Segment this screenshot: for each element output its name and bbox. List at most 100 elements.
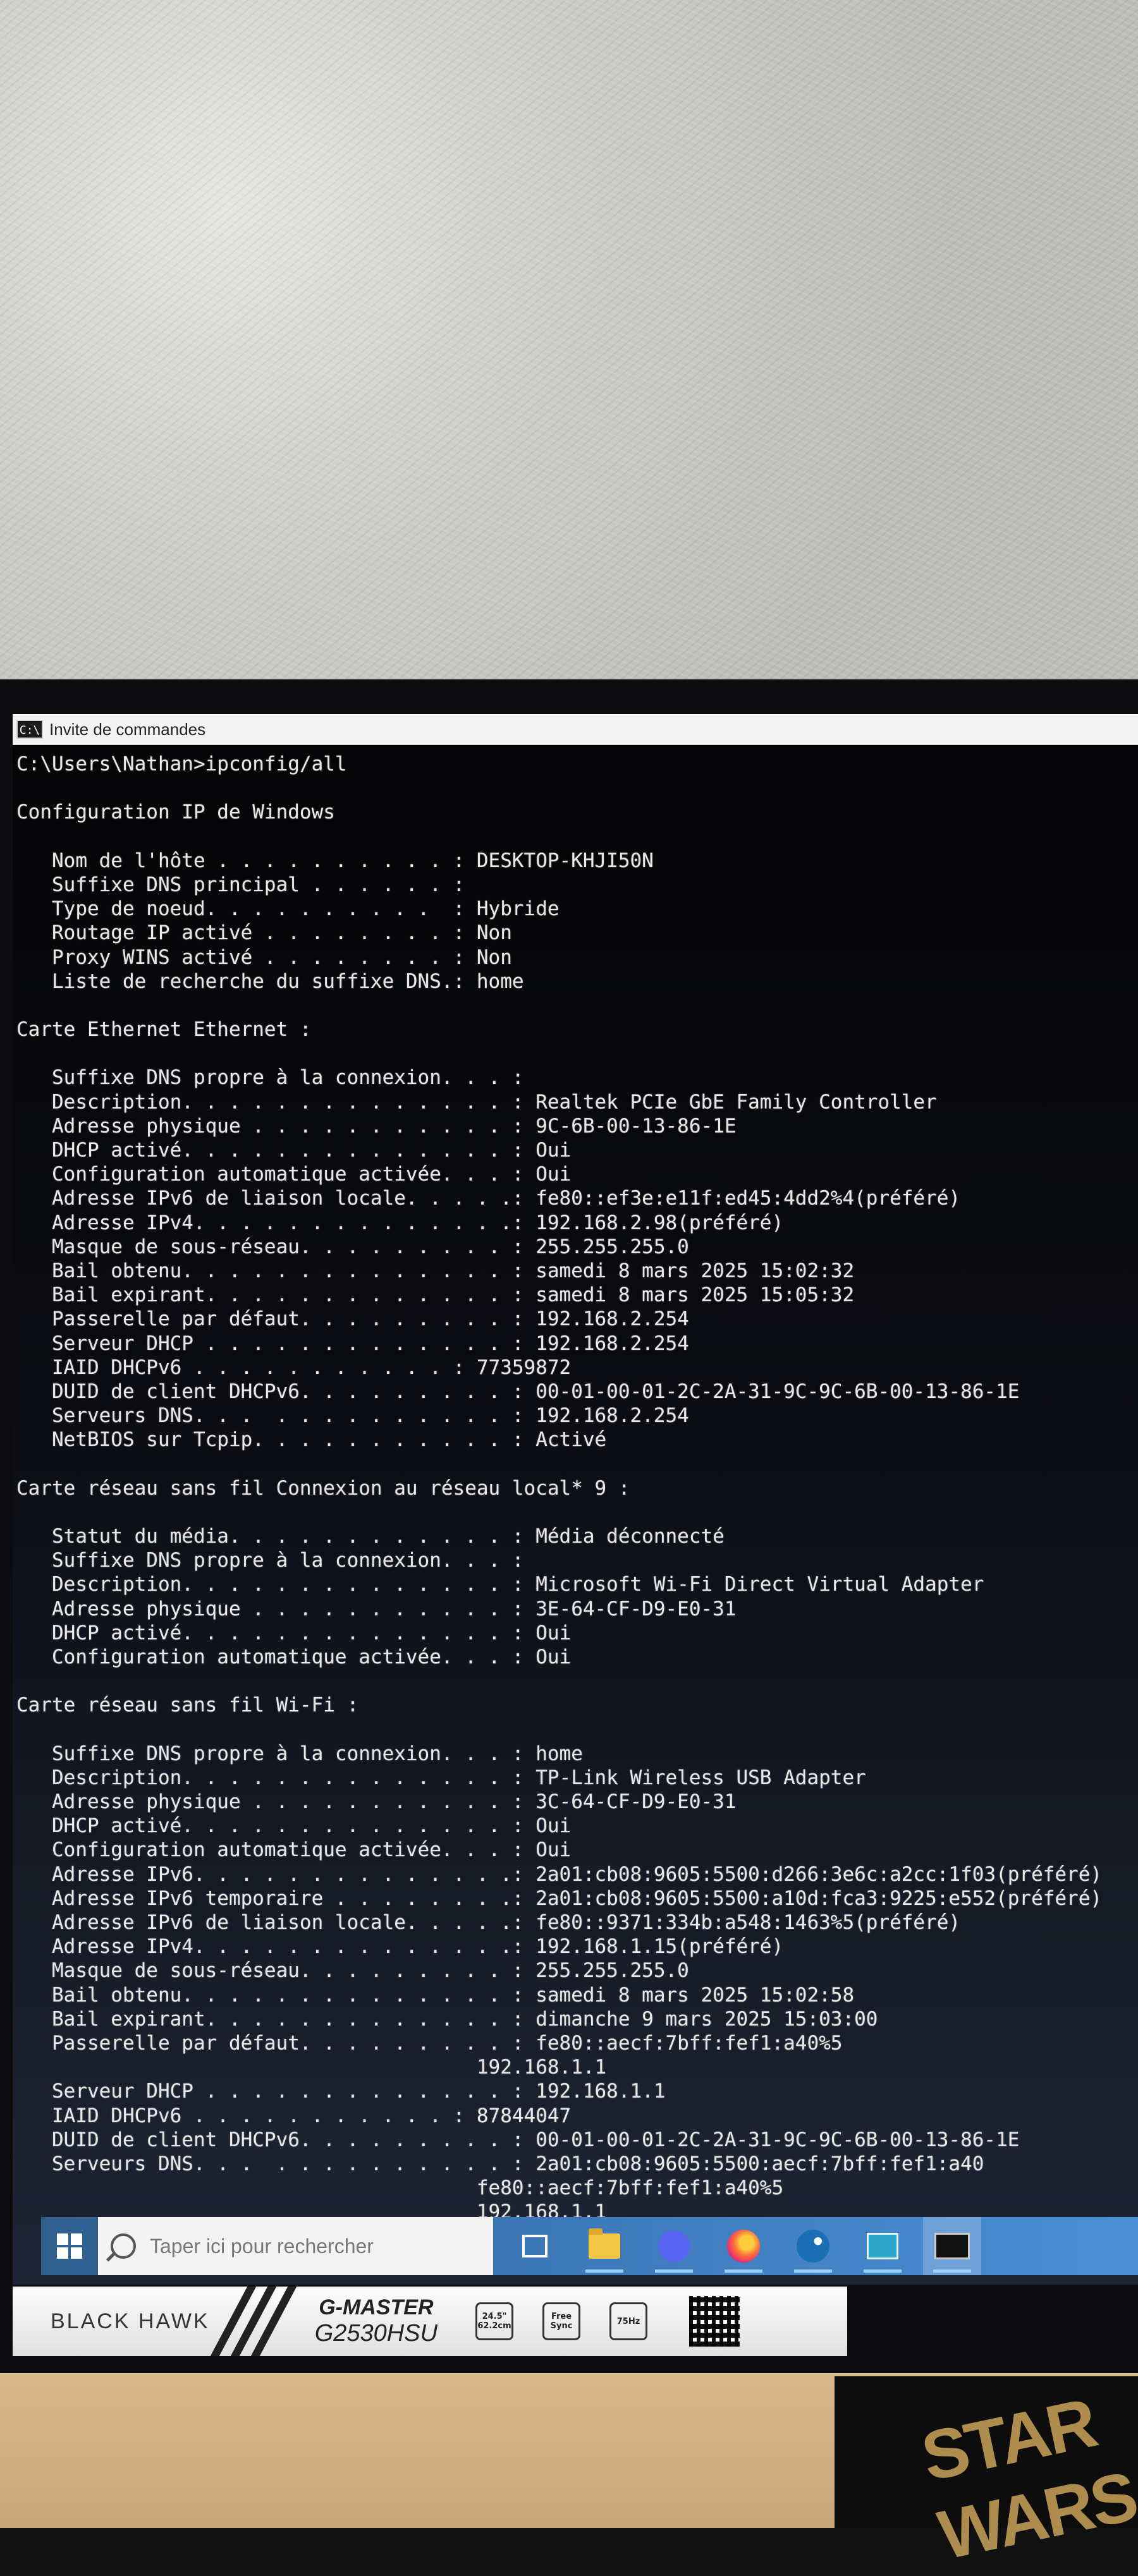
taskbar-task-view[interactable] — [506, 2217, 564, 2275]
console-line: Bail obtenu. . . . . . . . . . . . . . :… — [16, 1983, 855, 2007]
console-line: Suffixe DNS propre à la connexion. . . : — [16, 1066, 524, 1090]
console-line: Suffixe DNS principal . . . . . . : — [16, 873, 465, 896]
console-line: 192.168.1.1 — [16, 2056, 607, 2079]
search-placeholder: Taper ici pour rechercher — [150, 2234, 374, 2257]
console-line: Serveurs DNS. . . . . . . . . . . . . : … — [16, 1404, 689, 1428]
console-line: Adresse IPv6 temporaire . . . . . . . .:… — [16, 1886, 1103, 1910]
console-line: Suffixe DNS propre à la connexion. . . :… — [16, 1742, 583, 1765]
taskbar-network[interactable] — [854, 2217, 912, 2275]
taskbar-firefox[interactable] — [714, 2217, 773, 2275]
console-line: Liste de recherche du suffixe DNS.: home — [16, 969, 524, 993]
console-line: Serveur DHCP . . . . . . . . . . . . . :… — [16, 2080, 666, 2103]
taskbar-discord[interactable] — [645, 2217, 703, 2275]
console-line: Adresse IPv6 de liaison locale. . . . .:… — [16, 1911, 961, 1934]
console-line: Adresse IPv4. . . . . . . . . . . . . .:… — [16, 1211, 784, 1234]
monitor-model-number: G2530HSU — [314, 2320, 438, 2347]
console-line: IAID DHCPv6 . . . . . . . . . . . : 7735… — [16, 1356, 572, 1379]
wall-background — [0, 0, 1138, 683]
taskbar-steam[interactable] — [784, 2217, 842, 2275]
console-line: Description. . . . . . . . . . . . . . :… — [16, 1090, 937, 1114]
monitor-bezel-label: BLACK HAWK G-MASTER G2530HSU 24.5" 62.2c… — [13, 2287, 847, 2356]
console-output[interactable]: C:\Users\Nathan>ipconfig/all Configuratio… — [16, 752, 1129, 2272]
console-line: Bail obtenu. . . . . . . . . . . . . . :… — [16, 1259, 855, 1282]
spec-badge-size: 24.5" 62.2cm — [475, 2302, 514, 2340]
console-line: Passerelle par défaut. . . . . . . . . :… — [16, 1308, 689, 1331]
spec-badge-refresh: 75Hz — [609, 2302, 648, 2340]
console-line: Configuration automatique activée. . . :… — [16, 1838, 572, 1862]
console-line: Statut du média. . . . . . . . . . . . :… — [16, 1525, 725, 1548]
console-line: DHCP activé. . . . . . . . . . . . . . :… — [16, 1139, 572, 1162]
taskbar: Taper ici pour rechercher — [41, 2217, 1138, 2275]
search-icon — [111, 2233, 136, 2259]
console-line: IAID DHCPv6 . . . . . . . . . . . : 8784… — [16, 2104, 572, 2127]
console-line: C:\Users\Nathan>ipconfig/all — [16, 753, 347, 775]
console-line: DHCP activé. . . . . . . . . . . . . . :… — [16, 1621, 572, 1644]
console-line: Carte réseau sans fil Wi-Fi : — [16, 1694, 359, 1717]
console-line: DHCP activé. . . . . . . . . . . . . . :… — [16, 1814, 572, 1838]
monitor-screen: C:\ Invite de commandes C:\Users\Nathan>… — [13, 714, 1138, 2285]
console-line: Bail expirant. . . . . . . . . . . . . :… — [16, 1284, 855, 1307]
console-line: Masque de sous-réseau. . . . . . . . . :… — [16, 1959, 689, 1983]
console-line: Configuration IP de Windows — [16, 801, 335, 824]
console-line: Adresse IPv6. . . . . . . . . . . . . .:… — [16, 1862, 1103, 1886]
spec-badge-freesync: Free Sync — [542, 2302, 581, 2340]
background-book: STAR WARS — [835, 2376, 1138, 2575]
console-line: DUID de client DHCPv6. . . . . . . . . :… — [16, 1380, 1020, 1403]
console-line: NetBIOS sur Tcpip. . . . . . . . . . . :… — [16, 1428, 607, 1452]
taskbar-command-prompt[interactable] — [923, 2217, 981, 2275]
qr-code-icon — [689, 2296, 740, 2347]
console-line: Configuration automatique activée. . . :… — [16, 1645, 572, 1668]
command-prompt-icon: C:\ — [16, 720, 43, 739]
console-line: Adresse physique . . . . . . . . . . . :… — [16, 1114, 737, 1138]
console-line: Adresse IPv6 de liaison locale. . . . .:… — [16, 1187, 961, 1210]
task-view-icon — [522, 2235, 548, 2257]
command-prompt-icon — [934, 2233, 970, 2259]
console-line: Configuration automatique activée. . . :… — [16, 1163, 572, 1186]
steam-icon — [797, 2230, 829, 2263]
spec-badges: 24.5" 62.2cm Free Sync 75Hz — [475, 2302, 676, 2340]
console-line: Bail expirant. . . . . . . . . . . . . :… — [16, 2007, 878, 2031]
console-line: Carte Ethernet Ethernet : — [16, 1018, 312, 1042]
console-line: Description. . . . . . . . . . . . . . :… — [16, 1573, 984, 1596]
taskbar-search-box[interactable]: Taper ici pour rechercher — [98, 2217, 493, 2275]
windows-logo-icon — [57, 2233, 82, 2259]
console-line: Adresse physique . . . . . . . . . . . :… — [16, 1597, 737, 1620]
console-line: Nom de l'hôte . . . . . . . . . . : DESK… — [16, 849, 654, 872]
network-icon — [867, 2233, 898, 2259]
monitor-model: G-MASTER G2530HSU — [315, 2295, 437, 2347]
console-line: Suffixe DNS propre à la connexion. . . : — [16, 1549, 524, 1572]
console-line: Carte réseau sans fil Connexion au résea… — [16, 1476, 630, 1500]
console-line: Masque de sous-réseau. . . . . . . . . :… — [16, 1235, 689, 1258]
console-line: Type de noeud. . . . . . . . . . : Hybri… — [16, 897, 560, 921]
monitor-series: G-MASTER — [319, 2295, 434, 2319]
firefox-icon — [727, 2230, 760, 2263]
console-line: Passerelle par défaut. . . . . . . . . :… — [16, 2031, 843, 2055]
brand-stripes — [210, 2287, 297, 2356]
console-line: DUID de client DHCPv6. . . . . . . . . :… — [16, 2128, 1020, 2151]
console-line: Serveurs DNS. . . . . . . . . . . . . : … — [16, 2152, 984, 2175]
console-line: Description. . . . . . . . . . . . . . :… — [16, 1766, 866, 1789]
monitor-brand: BLACK HAWK — [51, 2309, 210, 2333]
console-line: Adresse IPv4. . . . . . . . . . . . . .:… — [16, 1935, 784, 1959]
console-line: Adresse physique . . . . . . . . . . . :… — [16, 1790, 737, 1814]
taskbar-file-explorer[interactable] — [575, 2217, 633, 2275]
book-title: STAR WARS — [915, 2383, 1138, 2575]
taskbar-pinned-apps — [506, 2217, 993, 2275]
console-line: Serveur DHCP . . . . . . . . . . . . . :… — [16, 1332, 689, 1355]
discord-icon — [658, 2230, 690, 2262]
file-explorer-icon — [589, 2228, 620, 2259]
console-line: Routage IP activé . . . . . . . . : Non — [16, 921, 512, 945]
window-titlebar[interactable]: C:\ Invite de commandes — [13, 714, 1138, 745]
console-line: Proxy WINS activé . . . . . . . . : Non — [16, 945, 512, 969]
window-title: Invite de commandes — [49, 719, 206, 739]
console-line: fe80::aecf:7bff:fef1:a40%5 — [16, 2177, 784, 2200]
start-button[interactable] — [41, 2217, 98, 2275]
